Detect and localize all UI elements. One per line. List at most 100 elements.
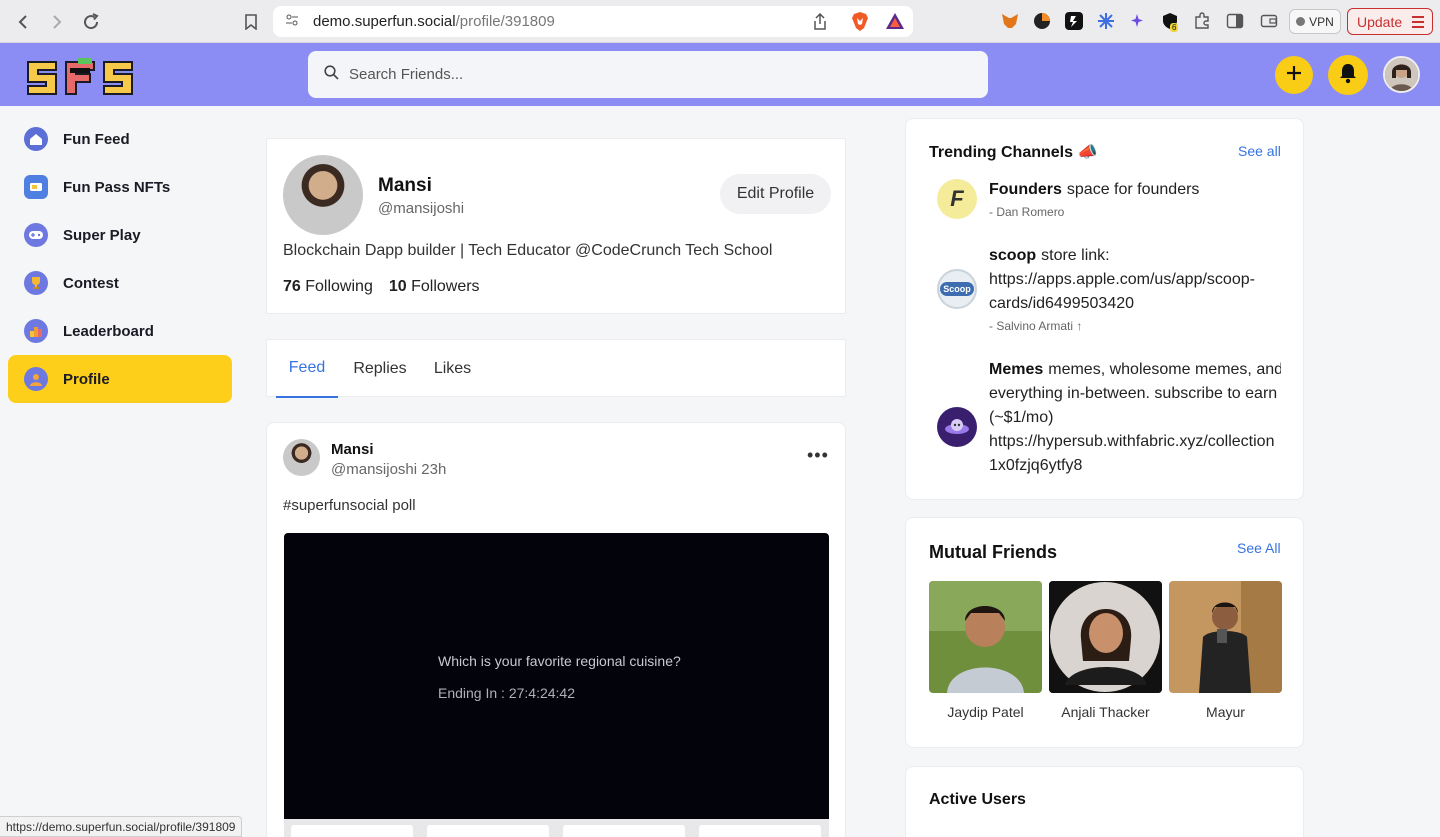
extension-sparkle-icon[interactable] [1129,12,1147,30]
channel-desc-line: (~$1/mo) [989,409,1054,426]
metamask-icon[interactable] [1001,12,1019,30]
sfs-logo[interactable] [24,58,136,98]
search-bar[interactable] [308,51,988,98]
extension-snowflake-icon[interactable] [1097,12,1115,30]
sidebar-item-contest[interactable]: Contest [8,259,232,307]
extension-shield-icon[interactable]: 6 [1161,12,1179,32]
address-bar[interactable]: demo.superfun.social/profile/391809 [273,6,913,37]
plus-icon [1286,65,1302,86]
poll-timer: Ending In : 27:4:24:42 [438,685,575,701]
update-label: Update [1357,13,1403,30]
founders-channel-icon[interactable]: F [937,179,977,219]
channel-owner: - Dan Romero [989,205,1065,219]
user-avatar[interactable] [1383,56,1420,93]
tab-replies[interactable]: Replies [349,340,411,398]
browser-toolbar: demo.superfun.social/profile/391809 6 VP… [0,0,1440,43]
post-author-name[interactable]: Mansi [331,441,374,458]
channel-name: Memes [989,361,1044,378]
channel-item-memes[interactable]: Memes memes, wholesome memes, and everyth… [989,358,1281,478]
more-options-icon[interactable]: ••• [807,445,829,466]
profile-stats: 76 Following 10 Followers [283,278,480,296]
poll-option[interactable] [563,825,685,837]
mutual-see-all-link[interactable]: See All [1237,540,1281,556]
friend-card[interactable]: Mayur [1169,581,1282,720]
home-icon [24,127,48,151]
search-icon [324,64,339,85]
trophy-icon [24,271,48,295]
profile-handle: @mansijoshi [378,200,465,217]
following-count: 76 [283,278,301,295]
friend-card[interactable]: Jaydip Patel [929,581,1042,720]
update-button[interactable]: Update [1347,8,1433,35]
post-card: Mansi @mansijoshi 23h ••• #superfunsocia… [266,422,846,837]
poll-frame[interactable]: Which is your favorite regional cuisine?… [284,533,829,837]
sidebar-item-label: Leaderboard [63,322,154,340]
forward-icon[interactable] [46,11,68,33]
friend-photo [1049,581,1162,693]
bookmark-icon[interactable] [240,11,262,33]
edit-profile-button[interactable]: Edit Profile [720,174,831,214]
poll-option[interactable] [699,825,821,837]
friend-photo [929,581,1042,693]
memes-channel-icon[interactable] [937,407,977,447]
brave-rewards-icon[interactable] [885,12,905,35]
extension-circle-icon[interactable] [1033,12,1051,30]
site-settings-icon[interactable] [285,13,299,31]
extensions-puzzle-icon[interactable] [1193,12,1211,30]
back-icon[interactable] [12,11,34,33]
extension-badge: 6 [1170,23,1179,32]
post-meta: @mansijoshi 23h [331,461,447,478]
sidebar-item-leaderboard[interactable]: Leaderboard [8,307,232,355]
profile-tabs: Feed Replies Likes [266,339,846,398]
vpn-button[interactable]: VPN [1289,9,1341,34]
user-icon [24,367,48,391]
channel-desc-line: everything in-between. subscribe to earn [989,385,1278,402]
mutual-friends-title: Mutual Friends [929,542,1058,562]
poll-option[interactable] [427,825,549,837]
extension-dark-icon[interactable] [1065,12,1083,30]
notifications-button[interactable] [1328,55,1368,95]
sidebar-item-fun-feed[interactable]: Fun Feed [8,115,232,163]
brave-shields-icon[interactable] [851,12,869,36]
sidebar-item-super-play[interactable]: Super Play [8,211,232,259]
profile-name: Mansi [378,175,432,196]
create-button[interactable] [1275,56,1313,94]
poll-option[interactable] [291,825,413,837]
sidebar-item-profile[interactable]: Profile [8,355,232,403]
nft-pass-icon [24,175,48,199]
poll-options-bar [284,819,829,837]
profile-bio: Blockchain Dapp builder | Tech Educator … [283,242,773,259]
share-icon[interactable] [813,12,827,35]
channel-desc: memes, wholesome memes, and [1048,361,1281,378]
channel-item-founders[interactable]: Founders space for founders - Dan Romero [989,178,1281,222]
scoop-icon-label: Scoop [940,282,974,296]
status-url-tooltip: https://demo.superfun.social/profile/391… [0,816,243,837]
friend-card[interactable]: Anjali Thacker [1049,581,1162,720]
tab-feed[interactable]: Feed [276,340,338,398]
channel-owner: - Salvino Armati ↑ [989,319,1083,333]
trending-see-all-link[interactable]: See all [1238,143,1281,159]
reload-icon[interactable] [80,11,102,33]
sidebar-toggle-icon[interactable] [1226,12,1244,30]
active-users-title: Active Users [929,791,1026,808]
channel-desc-line: https://apps.apple.com/us/app/scoop- [989,271,1255,288]
channel-desc-line: https://hypersub.withfabric.xyz/collecti… [989,433,1275,450]
channel-desc-line: cards/id6499503420 [989,295,1135,312]
wallet-icon[interactable] [1260,12,1278,30]
search-input[interactable] [349,66,929,83]
sidebar-nav: Fun Feed Fun Pass NFTs Super Play Contes… [8,115,232,403]
friend-name: Jaydip Patel [947,704,1024,720]
following-link[interactable]: 76 Following [283,278,373,296]
sidebar-item-label: Profile [63,370,110,388]
tab-likes[interactable]: Likes [425,340,480,398]
friend-name: Mayur [1206,704,1245,720]
vpn-status-icon [1296,17,1306,26]
menu-icon [1412,16,1424,31]
scoop-channel-icon[interactable]: Scoop [937,269,977,309]
post-author-avatar[interactable] [283,439,320,476]
profile-avatar [283,155,363,235]
sidebar-item-label: Contest [63,274,119,292]
sidebar-item-fun-pass-nfts[interactable]: Fun Pass NFTs [8,163,232,211]
channel-item-scoop[interactable]: scoop store link: https://apps.apple.com/… [989,244,1281,336]
followers-link[interactable]: 10 Followers [389,278,480,296]
